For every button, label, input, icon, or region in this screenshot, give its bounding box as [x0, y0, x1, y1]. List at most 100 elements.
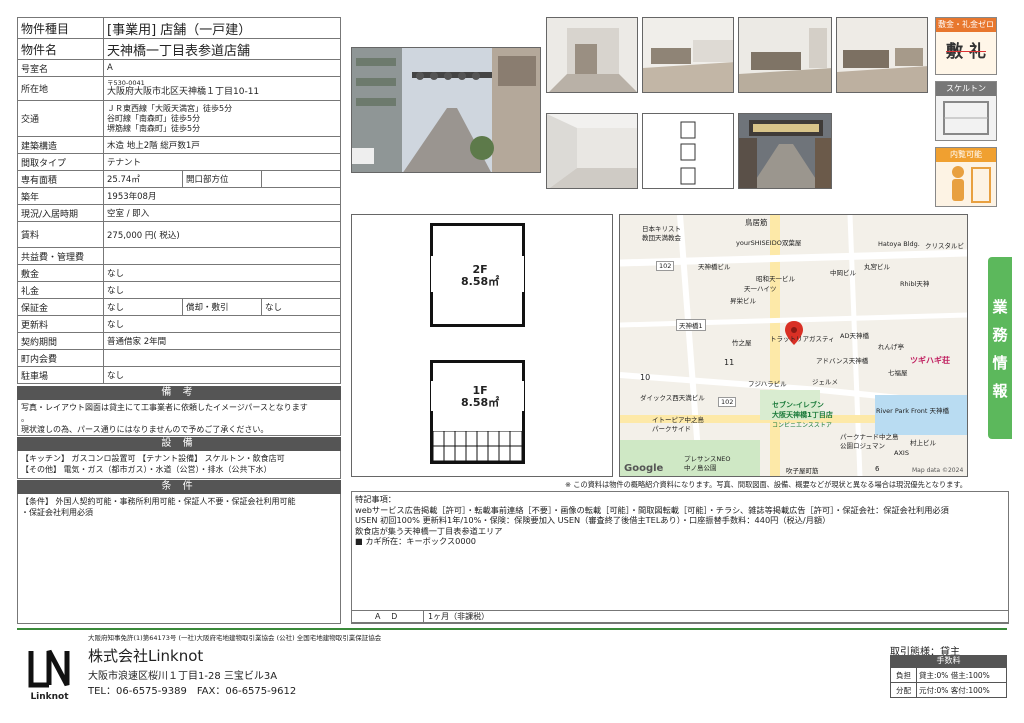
map-label: 昭和天一ビル — [756, 275, 795, 283]
floor-2-area: 8.58㎡ — [461, 275, 500, 288]
special-notes: 特記事項： webサービス広告掲載［許可］・転載事前連絡［不要］・画像の転載［可… — [351, 491, 1009, 623]
map-label: AD天神橋 — [840, 332, 869, 340]
floor-plan: 2F 8.58㎡ 1F 8.58㎡ — [351, 214, 613, 477]
map-label: パークサイド — [652, 425, 691, 433]
map-label: 天神橋ビル — [698, 263, 731, 271]
floor-2-label-box: 2F 8.58㎡ — [461, 264, 499, 288]
location-map[interactable]: 鳥居筋 日本キリスト 教団天満教会 yourSHISEIDO双葉屋 Hatoya… — [619, 214, 968, 477]
map-label: 七福屋 — [888, 369, 908, 377]
value-name: 天神橋一丁目表参道店舗 — [103, 38, 341, 60]
transport-line: 堺筋線「南森町」徒歩5分 — [107, 123, 201, 133]
fee-table: 負担 貸主:0% 借主:100% 分配 元付:0% 客付:100% — [890, 667, 1007, 698]
value-opening — [261, 170, 341, 188]
google-logo: Google — [624, 463, 664, 474]
value-built: 1953年08月 — [103, 187, 341, 205]
floorplan-thumbnail — [642, 113, 734, 189]
ad-label: Ａ Ｄ — [352, 611, 424, 623]
linknot-logo-icon — [28, 649, 70, 688]
map-label: 大阪天神橋1丁目店 — [772, 411, 833, 419]
map-label: 10 — [640, 373, 651, 382]
share-label: 分配 — [890, 682, 917, 698]
business-info-tab[interactable]: 業務情報 — [988, 257, 1012, 439]
remarks-line: 写真・レイアウト図面は貸主にて工事業者に依頼したイメージパースとなります — [21, 403, 308, 412]
stairs-icon — [433, 431, 522, 461]
business-info-tab-label: 業務情報 — [992, 298, 1008, 400]
notes-line: ■ カギ所在：キーボックス0000 — [355, 536, 476, 546]
map-label: 天一ハイツ — [744, 285, 777, 293]
label-rent: 賃料 — [17, 221, 104, 248]
disclaimer: ※ この資料は物件の概略紹介資料になります。写真、間取図面、設備、概要などが現状… — [565, 480, 967, 489]
value-status: 空室 / 即入 — [103, 204, 341, 222]
interior-photo-5 — [546, 113, 638, 189]
value-room: A — [103, 59, 341, 77]
label-renewal: 更新料 — [17, 315, 104, 333]
value-structure: 木造 地上2階 総戸数1戸 — [103, 136, 341, 154]
postal-code: 〒530-0041 — [107, 79, 145, 87]
notes-line: 飲食店が集う天神橋一丁目表参道エリア — [355, 525, 503, 536]
label-amortization: 償却・敷引 — [182, 298, 262, 316]
burden-label: 負担 — [890, 667, 917, 683]
share-value: 元付:0% 客付:100% — [916, 682, 1007, 698]
conditions-line: 【条件】 外国人契約可能・事務所利用可能・保証人不要・保証会社利用可能 — [21, 497, 296, 506]
interior-photo-1 — [546, 17, 638, 93]
remarks-line: 現状渡しの為、パース通りにはなりませんので予めご了承ください。 — [21, 425, 269, 434]
map-label: River Park Front 天神橋 — [876, 407, 950, 415]
map-label: アドバンス天神橋 — [816, 357, 869, 365]
label-room: 号室名 — [17, 59, 104, 77]
fee-header: 手数料 — [890, 655, 1007, 667]
route-badge: 102 — [718, 397, 737, 407]
map-label: ダイックス西天満ビル — [640, 394, 705, 402]
interior-photo-3 — [738, 17, 832, 93]
value-type: [事業用] 店舗（一戸建） — [103, 17, 341, 39]
shopping-street-photo — [738, 113, 832, 189]
interior-image — [547, 114, 637, 188]
skeleton-title: スケルトン — [936, 82, 996, 96]
interior-image — [837, 18, 927, 92]
company-logo: Linknot — [27, 645, 72, 705]
map-label: クリスタルビ — [925, 242, 964, 250]
label-common: 共益費・管理費 — [17, 247, 104, 265]
burden-value: 貸主:0% 借主:100% — [916, 667, 1007, 683]
map-label: 村上ビル — [910, 439, 936, 447]
map-label: 11 — [724, 358, 735, 367]
remarks-body: 写真・レイアウト図面は貸主にて工事業者に依頼したイメージパースとなります 。 現… — [17, 400, 341, 436]
equipment-line: 【その他】 電気・ガス（都市ガス）・水道（公営）・排水（公共下水） — [21, 465, 272, 474]
map-label: フジハラビル — [748, 380, 787, 388]
equipment-header: 設 備 — [17, 437, 341, 451]
value-common — [103, 247, 341, 265]
label-key-money: 礼金 — [17, 281, 104, 299]
map-label: 竹之屋 — [732, 339, 752, 347]
interior-image — [739, 18, 831, 92]
label-parking: 駐車場 — [17, 366, 104, 384]
viewing-badge: 内覧可能 — [935, 147, 997, 207]
floorplan-thumbnail-image — [680, 121, 696, 185]
floor-2-room: 2F 8.58㎡ — [430, 223, 525, 327]
route-badge: 102 — [656, 261, 675, 271]
label-guarantee: 保証金 — [17, 298, 104, 316]
value-contract: 普通借家 2年間 — [103, 332, 341, 350]
street-photo — [351, 47, 541, 173]
equipment-line: 【キッチン】 ガスコンロ設置可 【テナント設備】 スケルトン・飲食店可 — [21, 454, 285, 463]
map-label: Rhibl天神 — [900, 280, 930, 288]
map-label: ジェルメ — [812, 378, 838, 386]
ad-row: Ａ Ｄ 1ヶ月（非課税） — [351, 610, 1009, 624]
conditions-header: 条 件 — [17, 480, 341, 494]
floor-1-label-box: 1F 8.58㎡ — [461, 385, 499, 409]
value-area: 25.74㎡ — [103, 170, 183, 188]
value-council-fee — [103, 349, 341, 367]
value-guarantee: なし — [103, 298, 183, 316]
map-label: 天神橋1 — [676, 319, 706, 331]
map-label: 中ノ島公園 — [684, 464, 717, 472]
street-photo-image — [352, 48, 540, 172]
map-label: トラットリアガスティ — [770, 335, 835, 343]
map-label: 鳥居筋 — [745, 218, 768, 227]
remarks-header: 備 考 — [17, 386, 341, 400]
company-name: 株式会社Linknot — [88, 647, 204, 665]
license-line: 大阪府知事免許(1)第64173号 (一社)大阪府宅地建物取引業協会 (公社) … — [88, 634, 382, 642]
conditions-body: 【条件】 外国人契約可能・事務所利用可能・保証人不要・保証会社利用可能 ・保証会… — [17, 494, 341, 624]
notes-line: 特記事項： — [355, 494, 396, 504]
transport-line: ＪＲ東西線「大阪天満宮」徒歩5分 — [107, 103, 233, 113]
company-address: 大阪市浪速区桜川１丁目1-28 三宝ビル3A — [88, 671, 278, 682]
company-phone: TEL：06-6575-9389 FAX：06-6575-9612 — [88, 686, 297, 697]
map-label: 丸宮ビル — [864, 263, 890, 271]
